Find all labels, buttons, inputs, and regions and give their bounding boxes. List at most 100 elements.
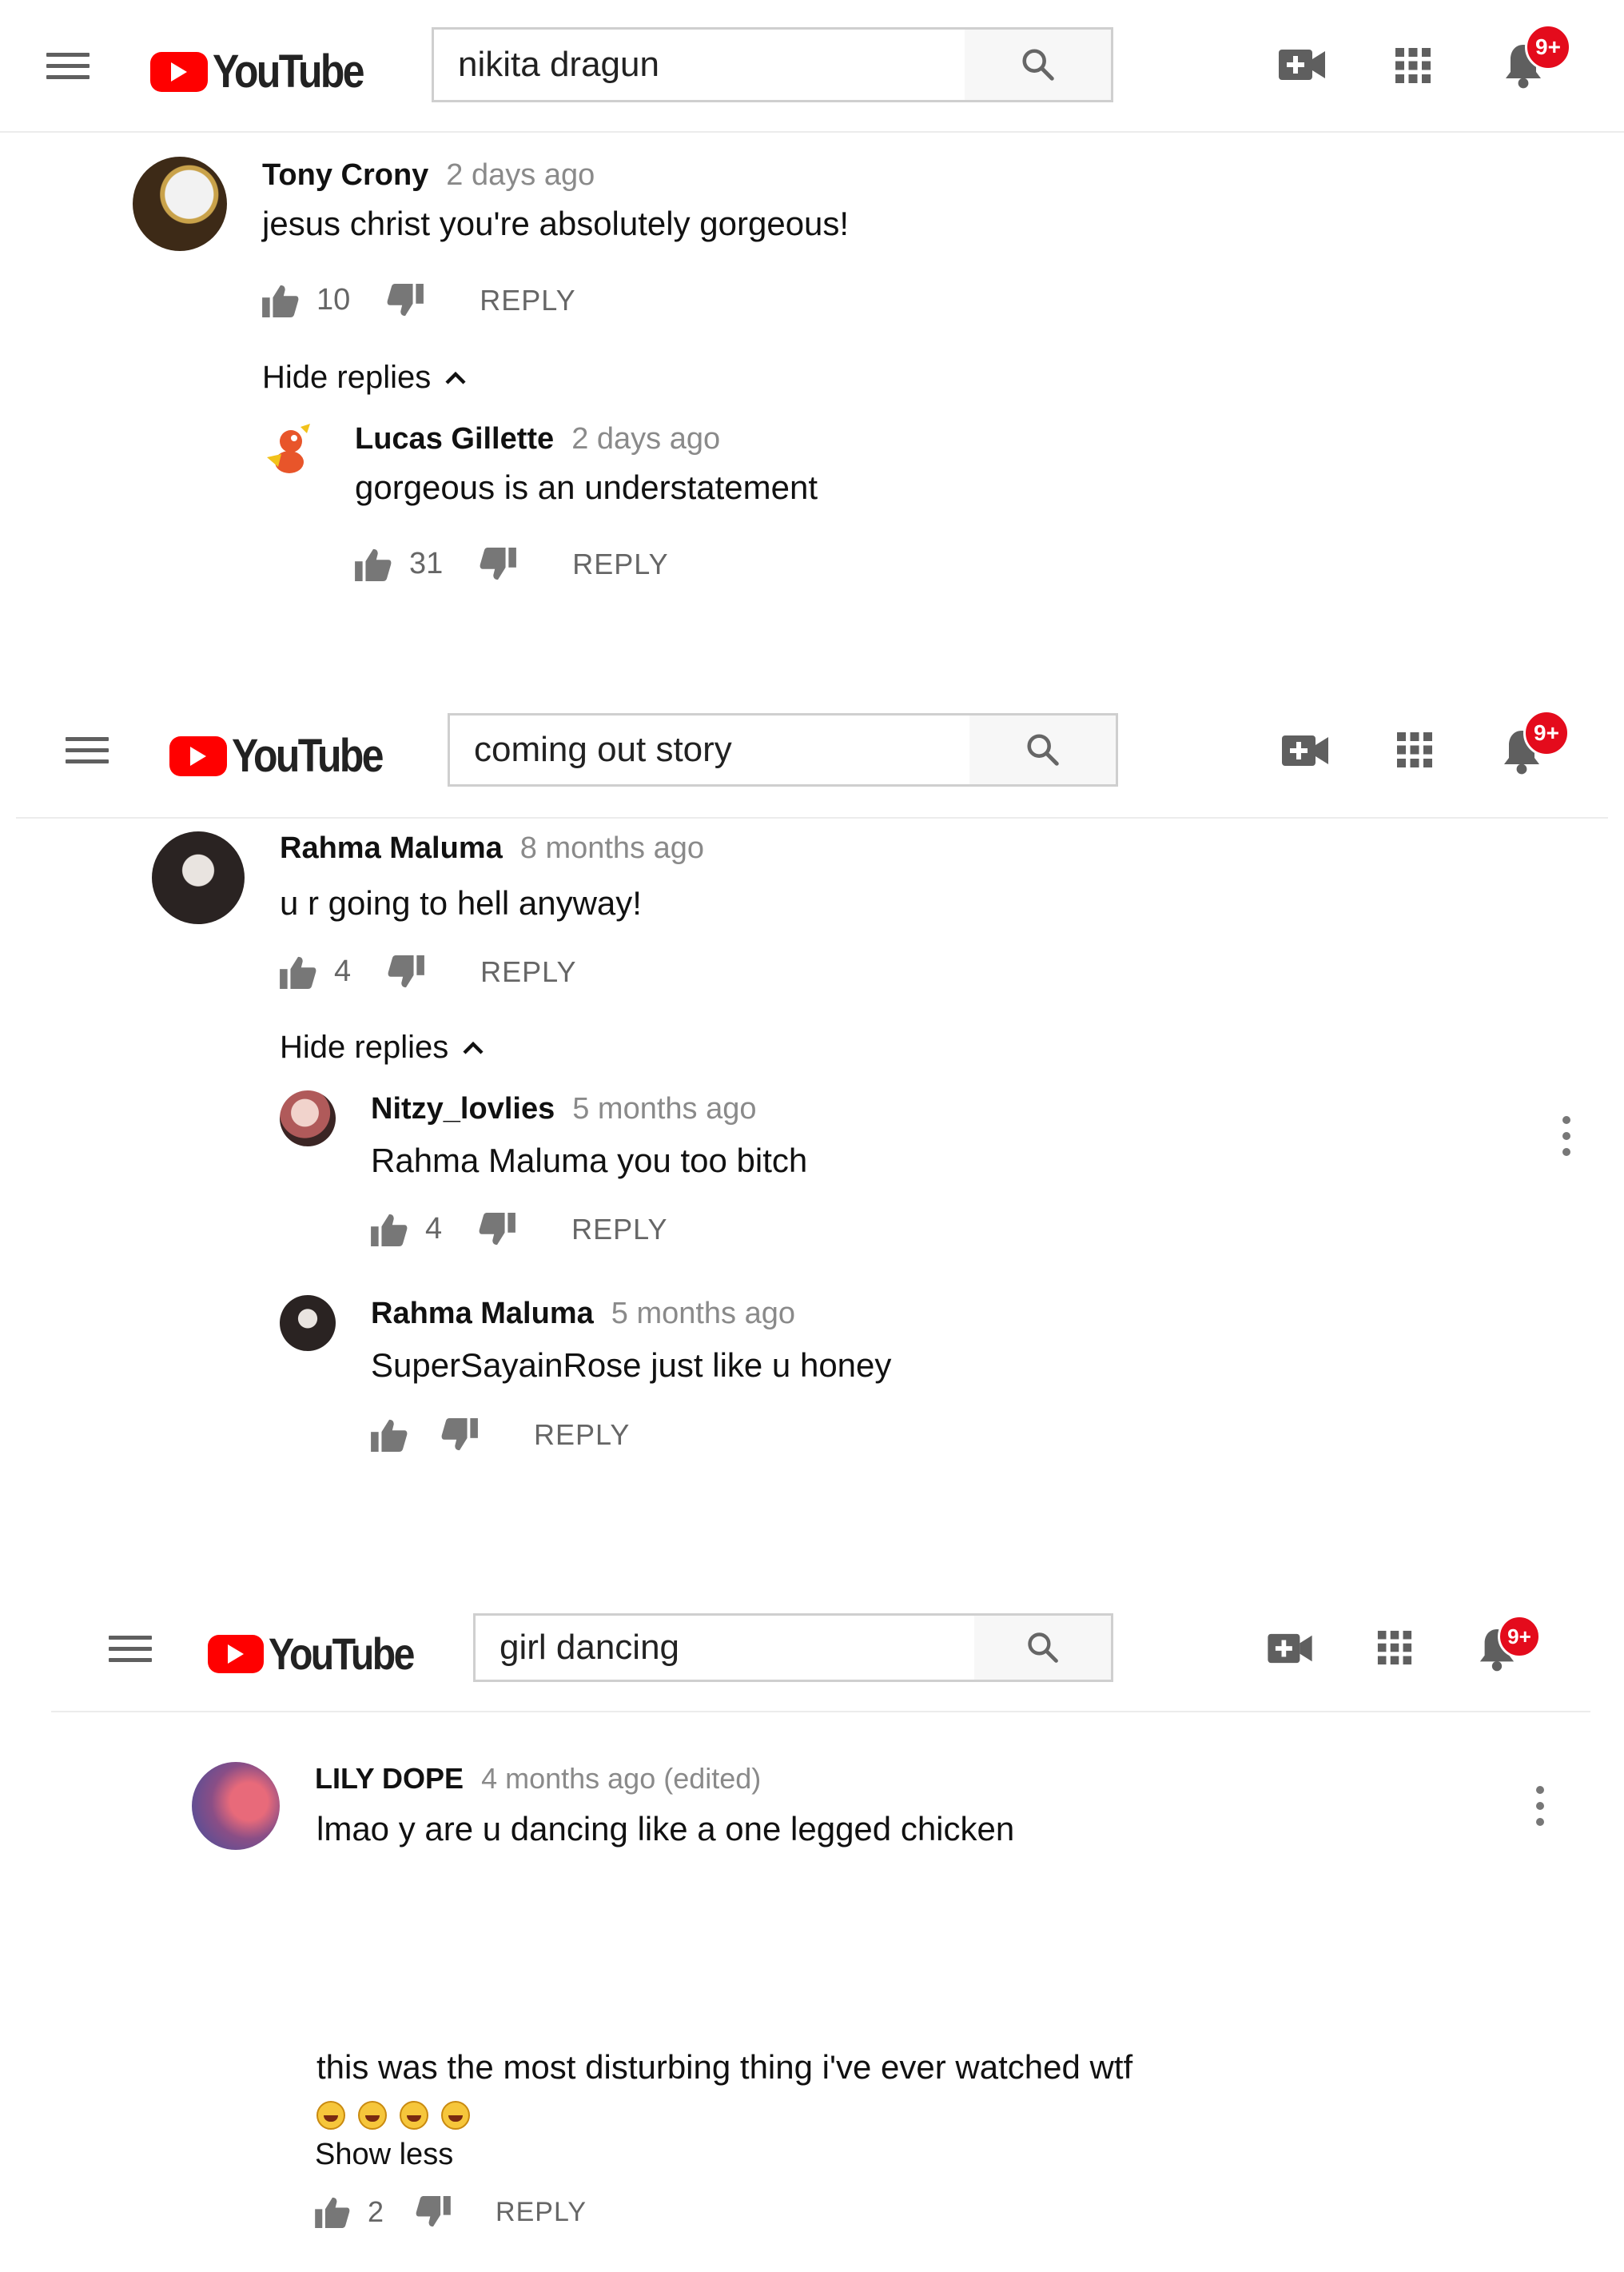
comment-meta: LILY DOPE 4 months ago (edited) (315, 1762, 761, 1796)
reply-time[interactable]: 2 days ago (571, 422, 720, 456)
comment-time[interactable]: 2 days ago (446, 158, 595, 192)
search-button[interactable] (965, 27, 1113, 102)
comment-author[interactable]: Rahma Maluma (280, 831, 503, 865)
hide-replies-label: Hide replies (280, 1030, 449, 1065)
search-input[interactable]: coming out story (448, 713, 972, 787)
more-options-icon[interactable] (1562, 1116, 1570, 1164)
reply-button[interactable]: REPLY (480, 284, 575, 317)
youtube-logo[interactable]: YouTube (150, 45, 387, 98)
create-video-icon[interactable] (1268, 1632, 1312, 1664)
cartoon-avatar[interactable] (262, 422, 318, 478)
laughing-emoji (358, 2101, 387, 2130)
grimacing-emoji (441, 2101, 470, 2130)
reply-time[interactable]: 5 months ago (611, 1297, 795, 1330)
reply-meta: Lucas Gillette 2 days ago (355, 422, 720, 456)
like-count: 2 (368, 2195, 384, 2228)
like-count: 4 (425, 1212, 443, 1246)
menu-icon[interactable] (109, 1636, 152, 1669)
search-button[interactable] (974, 1613, 1113, 1682)
reply-author[interactable]: Lucas Gillette (355, 422, 554, 456)
gradient-avatar[interactable] (192, 1762, 280, 1850)
header-divider (0, 131, 1624, 133)
youtube-logo[interactable]: YouTube (208, 1628, 436, 1680)
apps-grid-icon[interactable] (1394, 46, 1432, 85)
comment-meta: Tony Crony 2 days ago (262, 158, 595, 193)
reply-button[interactable]: REPLY (572, 548, 668, 581)
like-icon[interactable] (315, 2196, 350, 2228)
comment-text: jesus christ you're absolutely gorgeous! (262, 205, 850, 242)
dislike-icon[interactable] (480, 547, 517, 581)
youtube-play-icon (150, 51, 208, 92)
comment-meta: Rahma Maluma 8 months ago (280, 831, 704, 866)
like-count: 10 (316, 283, 351, 317)
person-avatar[interactable] (280, 1090, 336, 1146)
more-options-icon[interactable] (1536, 1786, 1544, 1834)
reply-button[interactable]: REPLY (480, 955, 576, 989)
eagle-avatar[interactable] (133, 157, 227, 251)
reply-author[interactable]: Nitzy_lovlies (371, 1092, 555, 1126)
notification-badge: 9+ (1498, 1615, 1541, 1658)
laughing-emoji (316, 2101, 345, 2130)
comment-text: u r going to hell anyway! (280, 884, 642, 922)
reply-button[interactable]: REPLY (496, 2197, 587, 2228)
like-count: 4 (334, 955, 352, 988)
search-query: coming out story (474, 730, 732, 769)
reply-time[interactable]: 5 months ago (572, 1092, 756, 1126)
search-input[interactable]: nikita dragun (432, 27, 967, 102)
like-count: 31 (409, 547, 444, 580)
comment-time[interactable]: 4 months ago (edited) (481, 1762, 761, 1795)
menu-icon[interactable] (46, 53, 90, 86)
comment-text-continued: this was the most disturbing thing i've … (316, 2048, 1133, 2086)
reply-button[interactable]: REPLY (534, 1418, 630, 1452)
comment-author[interactable]: LILY DOPE (315, 1762, 464, 1795)
header-divider (51, 1711, 1590, 1712)
dislike-icon[interactable] (441, 1418, 478, 1452)
comment-author[interactable]: Tony Crony (262, 158, 428, 192)
like-icon[interactable] (280, 955, 316, 989)
reply-meta: Nitzy_lovlies 5 months ago (371, 1092, 756, 1126)
hide-replies-button[interactable]: Hide replies (262, 360, 468, 396)
apps-grid-icon[interactable] (1376, 1629, 1413, 1666)
laughing-emoji (400, 2101, 428, 2130)
show-less-button[interactable]: Show less (315, 2138, 453, 2172)
logo-text: YouTube (213, 46, 364, 98)
like-icon[interactable] (371, 1418, 408, 1452)
logo-text: YouTube (232, 730, 384, 782)
reply-actions: 31 REPLY (355, 547, 669, 581)
reply-text: Rahma Maluma you too bitch (371, 1142, 808, 1179)
notification-badge: 9+ (1525, 24, 1571, 70)
comment-actions: 10 REPLY (262, 283, 576, 317)
search-query: nikita dragun (458, 45, 659, 84)
dislike-icon[interactable] (387, 283, 424, 317)
comment-time[interactable]: 8 months ago (520, 831, 704, 865)
reply-text: gorgeous is an understatement (355, 468, 818, 506)
like-icon[interactable] (355, 548, 392, 581)
person-avatar[interactable] (280, 1295, 336, 1351)
dislike-icon[interactable] (388, 955, 425, 989)
header-divider (16, 817, 1608, 819)
apps-grid-icon[interactable] (1395, 731, 1434, 769)
search-button[interactable] (969, 713, 1118, 787)
youtube-play-icon (169, 735, 227, 776)
reply-text: SuperSayainRose just like u honey (371, 1346, 892, 1384)
reply-author[interactable]: Rahma Maluma (371, 1297, 594, 1330)
search-icon (1021, 49, 1054, 81)
like-icon[interactable] (371, 1213, 408, 1246)
create-video-icon[interactable] (1279, 48, 1325, 82)
youtube-logo[interactable]: YouTube (169, 729, 406, 783)
comment-actions: 2 REPLY (315, 2195, 587, 2229)
menu-icon[interactable] (66, 737, 109, 771)
hide-replies-label: Hide replies (262, 360, 432, 395)
person-avatar[interactable] (152, 831, 245, 924)
dislike-icon[interactable] (416, 2196, 451, 2228)
like-icon[interactable] (262, 284, 299, 317)
search-input[interactable]: girl dancing (473, 1613, 977, 1682)
hide-replies-button[interactable]: Hide replies (280, 1030, 485, 1066)
reply-button[interactable]: REPLY (571, 1213, 667, 1246)
comment-actions: 4 REPLY (280, 955, 577, 989)
create-video-icon[interactable] (1282, 734, 1328, 767)
search-query: girl dancing (500, 1628, 680, 1667)
search-icon (1027, 1632, 1058, 1663)
dislike-icon[interactable] (479, 1212, 516, 1246)
emoji-row (316, 2101, 483, 2130)
